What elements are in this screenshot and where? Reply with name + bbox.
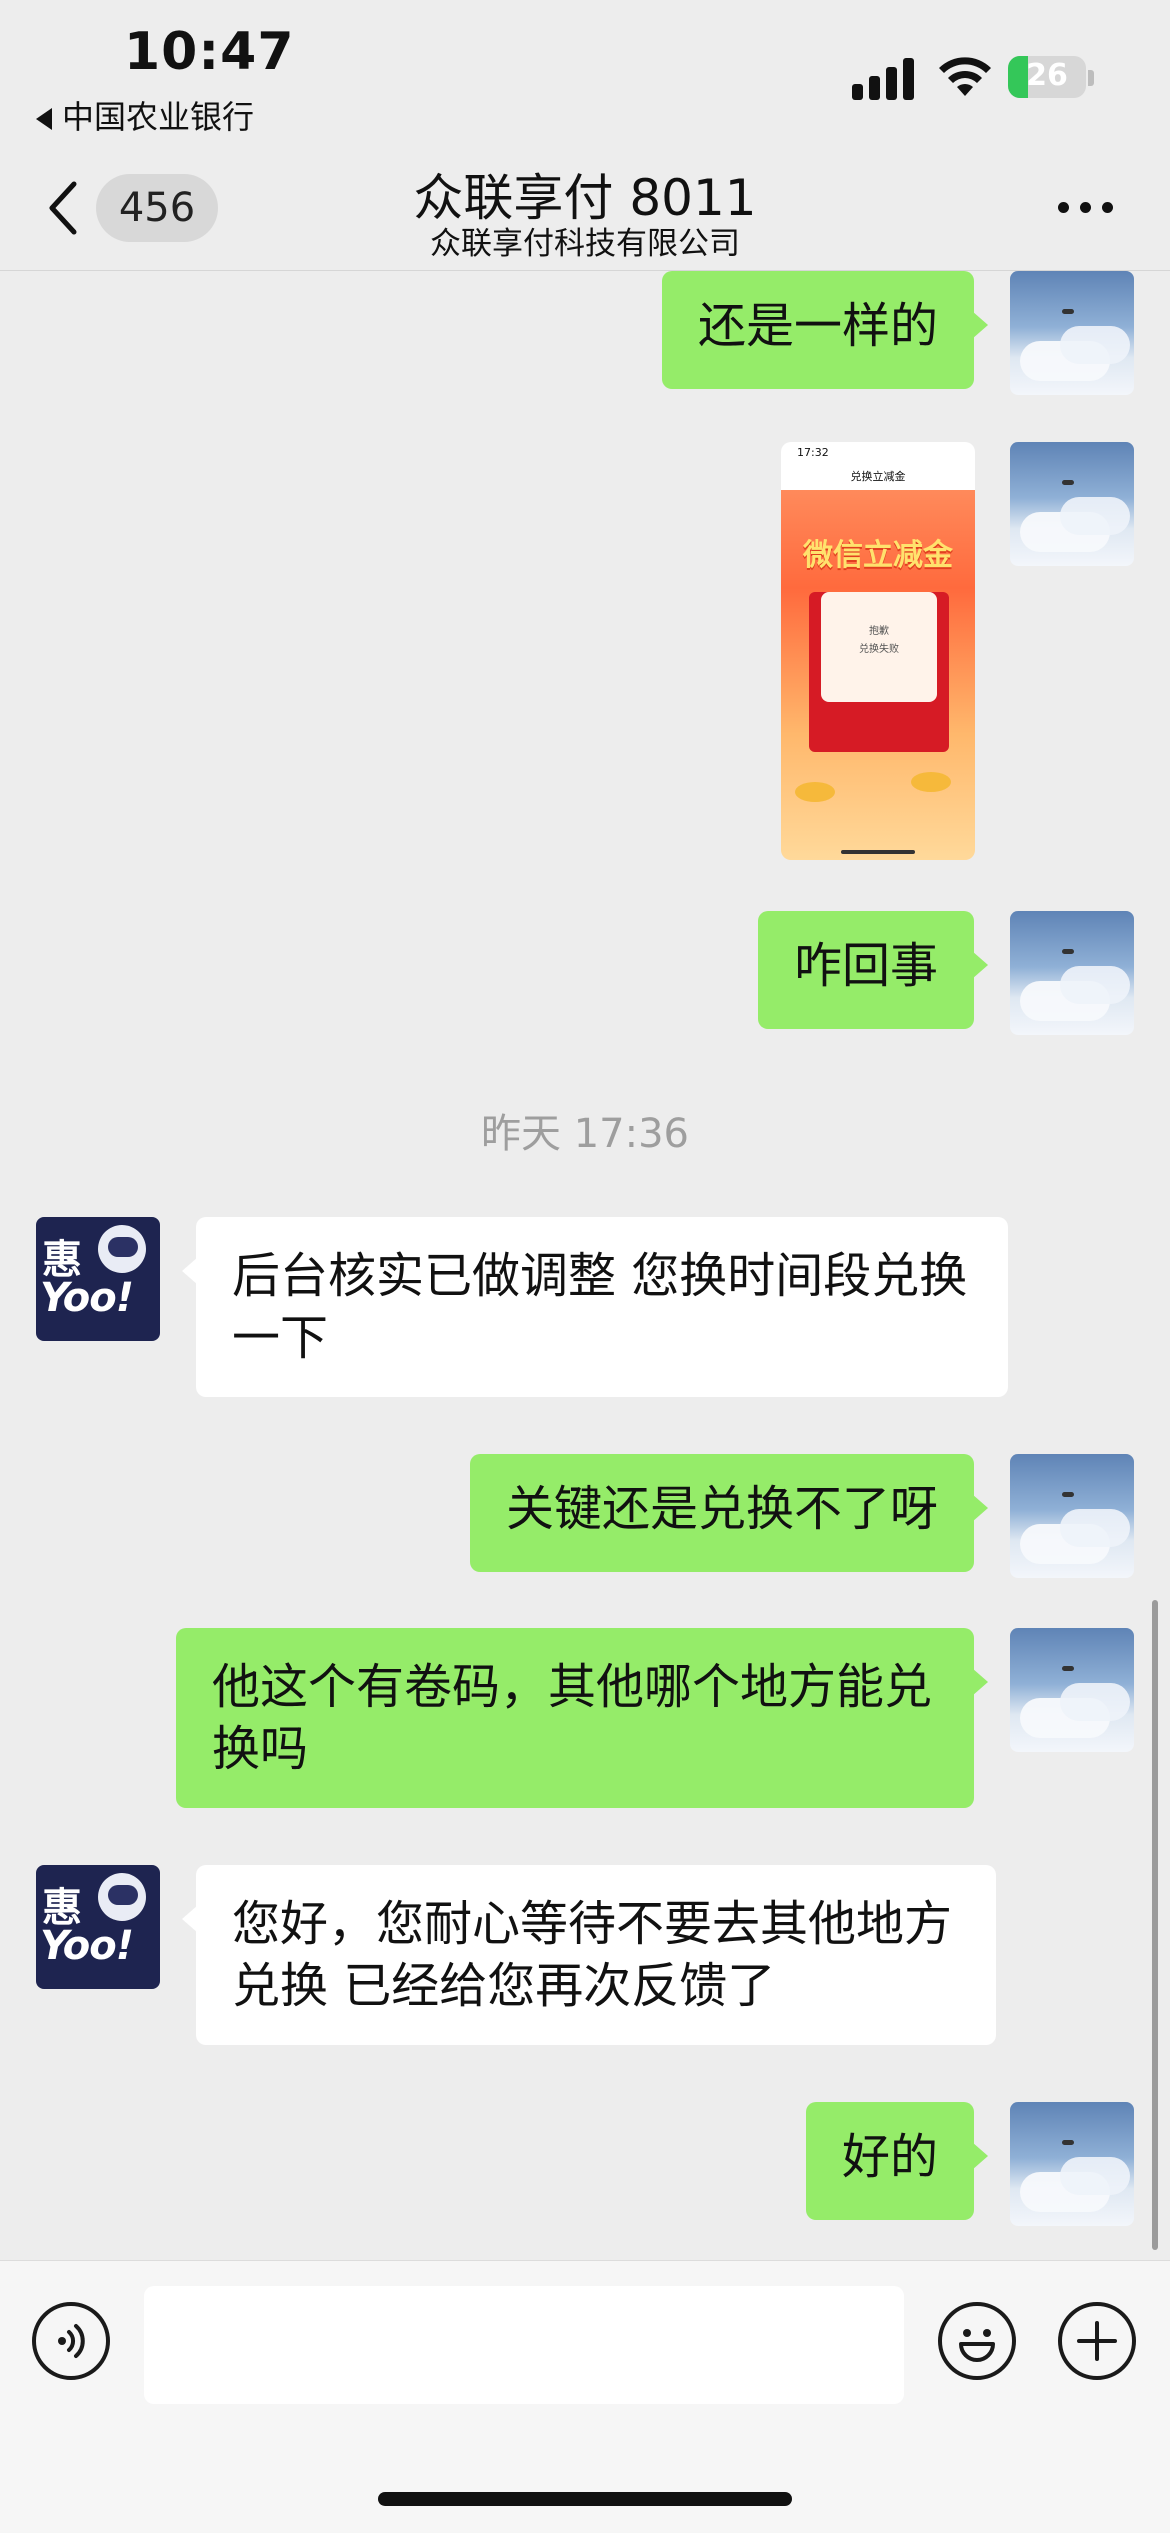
my-avatar[interactable]: [1010, 442, 1134, 566]
scrollbar[interactable]: [1152, 1600, 1158, 2250]
image-card-line2: 兑换失败: [859, 644, 899, 655]
bot-avatar[interactable]: 惠 Yoo!: [36, 1865, 160, 1989]
message-list[interactable]: 还是一样的 17:32 兑换立减金 微信立减金 抱歉 兑换失败 咋回事 昨天 1…: [0, 271, 1170, 2259]
time-separator: 昨天 17:36: [481, 1111, 689, 1157]
back-triangle-icon: [36, 108, 52, 130]
bot-avatar-text: Yoo!: [40, 1923, 134, 1969]
my-avatar[interactable]: [1010, 2102, 1134, 2226]
other-message-bubble[interactable]: 后台核实已做调整 您换时间段兑换一下: [182, 1217, 1008, 1397]
my-message-bubble[interactable]: 他这个有卷码，其他哪个地方能兑换吗: [176, 1628, 988, 1808]
cellular-signal-icon: [852, 56, 914, 100]
voice-icon[interactable]: [32, 2302, 110, 2380]
battery-icon: 26: [1008, 56, 1086, 98]
status-time: 10:47: [124, 22, 295, 82]
home-indicator[interactable]: [378, 2492, 792, 2506]
image-message[interactable]: 17:32 兑换立减金 微信立减金 抱歉 兑换失败: [781, 442, 975, 860]
plus-icon[interactable]: [1058, 2302, 1136, 2380]
image-status-time: 17:32: [797, 446, 829, 459]
back-to-app-link[interactable]: 中国农业银行: [36, 92, 254, 138]
coin-graphic: [911, 772, 951, 792]
my-avatar[interactable]: [1010, 271, 1134, 395]
more-icon[interactable]: [1056, 196, 1114, 218]
other-message-bubble[interactable]: 您好，您耐心等待不要去其他地方兑换 已经给您再次反馈了: [182, 1865, 996, 2045]
chat-subtitle: 众联享付科技有限公司: [430, 226, 740, 262]
image-card-line1: 抱歉: [869, 626, 889, 637]
my-avatar[interactable]: [1010, 911, 1134, 1035]
coin-graphic: [795, 782, 835, 802]
my-message-bubble[interactable]: 咋回事: [757, 911, 989, 1029]
back-app-label: 中国农业银行: [62, 98, 255, 136]
image-headline: 微信立减金: [803, 538, 953, 573]
image-page-title: 兑换立减金: [850, 470, 906, 483]
battery-percent: 26: [1026, 58, 1068, 93]
emoji-icon[interactable]: [938, 2302, 1016, 2380]
wifi-icon: [939, 57, 991, 96]
my-avatar[interactable]: [1010, 1454, 1134, 1578]
my-avatar[interactable]: [1010, 1628, 1134, 1752]
my-message-bubble[interactable]: 好的: [805, 2102, 989, 2220]
bot-avatar[interactable]: 惠 Yoo!: [36, 1217, 160, 1341]
image-card: 抱歉 兑换失败: [821, 592, 937, 702]
bot-avatar-text: Yoo!: [40, 1275, 134, 1321]
my-message-bubble[interactable]: 还是一样的: [661, 271, 989, 389]
battery-cap: [1088, 70, 1094, 86]
my-message-bubble[interactable]: 关键还是兑换不了呀: [469, 1454, 989, 1572]
image-home-bar: [841, 850, 915, 854]
message-input[interactable]: [144, 2286, 904, 2404]
